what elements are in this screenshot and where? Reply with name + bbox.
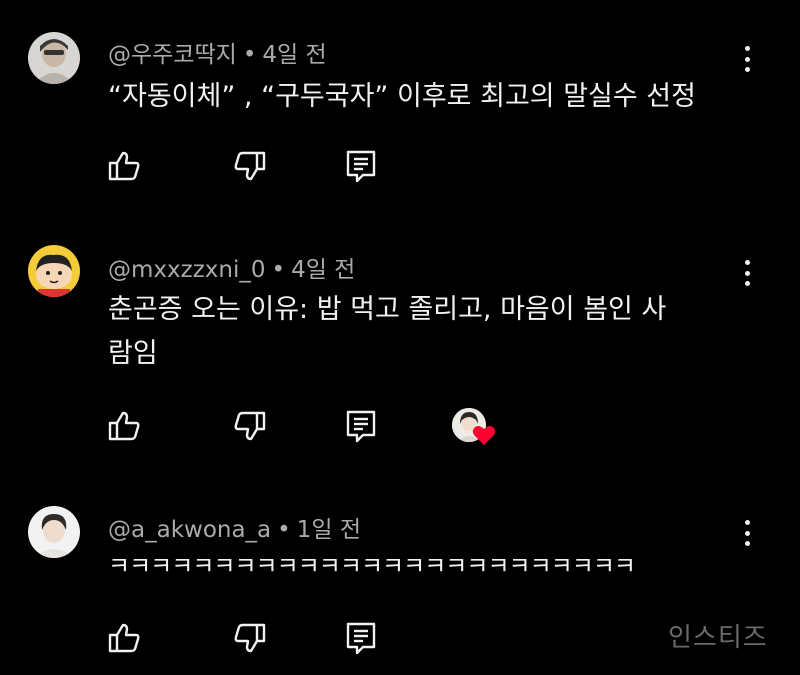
reply-button[interactable] <box>343 408 379 444</box>
comment-text: 춘곤증 오는 이유: 밥 먹고 졸리고, 마음이 봄인 사람임 <box>108 294 667 369</box>
watermark: 인스티즈 <box>668 623 768 653</box>
like-button[interactable] <box>106 408 142 444</box>
dislike-button[interactable] <box>232 148 268 184</box>
comment-text: “자동이체” , “구두국자” 이후로 최고의 말실수 선정 <box>108 81 696 112</box>
reply-icon <box>346 622 376 655</box>
comment-meta: @우주코딱지 • 4일 전 <box>108 35 327 69</box>
like-button[interactable] <box>106 148 142 184</box>
reply-icon <box>346 150 376 183</box>
avatar-image <box>28 506 80 558</box>
avatar-image <box>28 32 80 84</box>
thumbs-up-icon <box>108 623 140 653</box>
thumbs-up-icon <box>108 151 140 181</box>
more-vert-icon[interactable] <box>735 518 759 548</box>
dislike-button[interactable] <box>232 620 268 656</box>
more-vert-icon[interactable] <box>735 258 759 288</box>
comment-username[interactable]: @a_akwona_a <box>108 517 271 543</box>
comment-time[interactable]: 1일 전 <box>297 517 361 543</box>
comment-actions <box>0 408 800 448</box>
comment-text: ㅋㅋㅋㅋㅋㅋㅋㅋㅋㅋㅋㅋㅋㅋㅋㅋㅋㅋㅋㅋㅋㅋㅋㅋㅋ <box>108 552 636 580</box>
comment-time[interactable]: 4일 전 <box>291 257 355 283</box>
comment-meta: @mxxzzxni_0 • 4일 전 <box>108 250 355 284</box>
comment-actions <box>0 148 800 188</box>
reply-icon <box>346 410 376 443</box>
avatar-image <box>28 245 80 297</box>
meta-separator: • <box>277 517 291 543</box>
avatar[interactable] <box>28 32 80 84</box>
reply-button[interactable] <box>343 148 379 184</box>
more-vert-icon[interactable] <box>735 44 759 74</box>
avatar[interactable] <box>28 506 80 558</box>
comment-meta: @a_akwona_a • 1일 전 <box>108 510 361 544</box>
dislike-button[interactable] <box>232 408 268 444</box>
thumbs-down-icon <box>234 623 266 653</box>
reply-button[interactable] <box>343 620 379 656</box>
meta-separator: • <box>242 42 257 68</box>
thumbs-down-icon <box>234 151 266 181</box>
heart-icon <box>472 426 496 445</box>
comment-time[interactable]: 4일 전 <box>262 42 326 68</box>
comment-username[interactable]: @우주코딱지 <box>108 42 237 68</box>
meta-separator: • <box>271 257 286 283</box>
thumbs-up-icon <box>108 411 140 441</box>
thumbs-down-icon <box>234 411 266 441</box>
comment-username[interactable]: @mxxzzxni_0 <box>108 257 266 283</box>
like-button[interactable] <box>106 620 142 656</box>
creator-heart-badge <box>452 408 496 448</box>
avatar[interactable] <box>28 245 80 297</box>
